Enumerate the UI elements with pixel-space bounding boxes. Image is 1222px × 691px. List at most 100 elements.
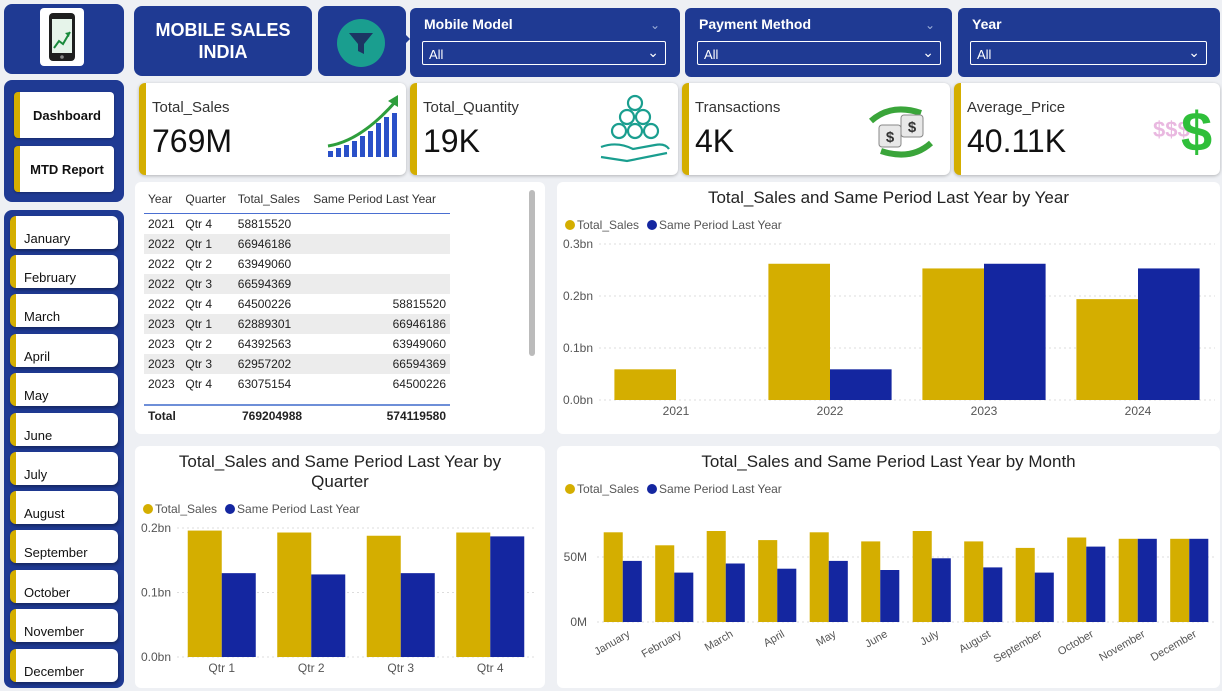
- month-button-may[interactable]: May: [10, 373, 118, 406]
- kpi-card-transactions: Transactions 4K $ $: [682, 83, 950, 175]
- kpi-value: 4K: [695, 123, 735, 159]
- month-button-august[interactable]: August: [10, 491, 118, 524]
- bar-chart-by-year: 0.0bn 0.1bn 0.2bn 0.3bn 2021 2022 2023 2024: [563, 237, 1215, 418]
- cell: 2022: [148, 256, 175, 271]
- slicer-title: Year: [972, 16, 1002, 32]
- column-header-quarter[interactable]: Quarter: [181, 186, 234, 214]
- filter-toggle-button[interactable]: [318, 6, 406, 76]
- month-label: April: [24, 349, 51, 364]
- month-button-september[interactable]: September: [10, 530, 118, 563]
- kpi-value: 19K: [423, 123, 480, 159]
- y-tick-label: 0.3bn: [563, 237, 593, 251]
- coins-in-hand-icon: [600, 94, 670, 163]
- chart-panel-by-year: Total_Sales and Same Period Last Year by…: [557, 182, 1220, 434]
- kpi-card-total-quantity: Total_Quantity 19K: [410, 83, 678, 175]
- svg-text:$: $: [1181, 100, 1212, 163]
- chart-title-line: Quarter: [311, 472, 369, 491]
- cell: 62889301: [233, 313, 310, 334]
- money-exchange-icon: $ $: [868, 106, 934, 158]
- table-row: 2022 Qtr 3 66594369: [144, 273, 450, 294]
- month-button-july[interactable]: July: [10, 452, 118, 485]
- month-label: June: [24, 428, 53, 443]
- cell: 2023: [144, 313, 182, 334]
- table-row: 2021 Qtr 4 58815520: [144, 214, 450, 234]
- chart-title: Total_Sales and Same Period Last Year by…: [701, 452, 1076, 471]
- cell: [309, 273, 450, 294]
- cell: 64392563: [237, 336, 292, 351]
- month-button-february[interactable]: February: [10, 255, 118, 288]
- legend-label: Total_Sales: [577, 218, 640, 232]
- funnel-filter-icon: [337, 19, 385, 67]
- cell: Qtr 4: [185, 296, 213, 311]
- legend-label: Total_Sales: [577, 482, 640, 496]
- dashboard-button[interactable]: Dashboard: [14, 92, 114, 138]
- month-label: December: [24, 664, 84, 679]
- column-header-total-sales[interactable]: Total_Sales: [233, 186, 310, 214]
- legend-swatch: [565, 484, 575, 494]
- table-header-row: Year Quarter Total_Sales Same Period Las…: [144, 186, 450, 214]
- month-button-october[interactable]: October: [10, 570, 118, 603]
- month-button-january[interactable]: January: [10, 216, 118, 249]
- cell: Qtr 1: [181, 313, 234, 334]
- month-slicer-panel: January February March April May June Ju…: [4, 210, 124, 688]
- month-button-november[interactable]: November: [10, 609, 118, 642]
- cell: 66946186: [309, 313, 450, 334]
- month-label: May: [24, 388, 49, 403]
- bar: [1076, 299, 1138, 400]
- chevron-down-icon: ⌄: [1188, 44, 1200, 60]
- total-label: Total: [148, 409, 176, 423]
- bar: [456, 532, 491, 657]
- table-scrollbar[interactable]: [529, 190, 535, 356]
- bar: [400, 573, 435, 657]
- y-tick-label: 0.0bn: [141, 650, 171, 664]
- kpi-label: Total_Sales: [152, 99, 230, 116]
- bar: [983, 567, 1003, 622]
- kpi-label: Total_Quantity: [423, 99, 519, 116]
- total-last-year-value: 574119580: [386, 409, 446, 423]
- cell: 63949060: [237, 256, 292, 271]
- chevron-down-icon[interactable]: ⌄: [925, 18, 935, 32]
- bar: [931, 558, 951, 622]
- x-tick-label: April: [762, 628, 787, 649]
- mobile-model-dropdown[interactable]: All ⌄: [422, 41, 666, 65]
- cell: Qtr 2: [185, 256, 213, 271]
- x-tick-label: 2023: [971, 404, 998, 418]
- month-button-march[interactable]: March: [10, 294, 118, 327]
- bar: [880, 570, 900, 622]
- mobile-growth-logo-icon: [40, 8, 84, 66]
- cell: 63075154: [237, 376, 292, 391]
- cell: 2023: [148, 336, 175, 351]
- column-header-year[interactable]: Year: [144, 186, 182, 214]
- month-label: March: [24, 309, 61, 324]
- payment-method-dropdown[interactable]: All ⌄: [697, 41, 941, 65]
- bar: [1138, 268, 1200, 400]
- month-label: January: [24, 231, 71, 246]
- chart-title: Total_Sales and Same Period Last Year by…: [707, 188, 1070, 207]
- year-dropdown[interactable]: All ⌄: [970, 41, 1207, 65]
- x-tick-label: 2021: [663, 404, 690, 418]
- chart-title: Total_Sales and Same Period Last Year by…: [135, 452, 545, 492]
- legend-swatch: [225, 504, 236, 514]
- total-sales-value: 769204988: [242, 409, 303, 423]
- cell: 62957202: [233, 353, 310, 374]
- table-row: 2023 Qtr 4 63075154 64500226: [144, 374, 450, 394]
- mtd-report-button[interactable]: MTD Report: [14, 146, 114, 192]
- month-button-june[interactable]: June: [10, 413, 118, 446]
- chart-legend: Total_Sales Same Period Last Year: [565, 482, 786, 496]
- month-label: September: [24, 545, 88, 560]
- bar-chart-by-quarter: 0.0bn 0.1bn 0.2bn Qtr 1 Qtr 2 Qtr 3 Qtr 4: [141, 521, 535, 675]
- column-header-last-year[interactable]: Same Period Last Year: [309, 186, 450, 214]
- bar: [1170, 538, 1190, 622]
- slicer-year: Year All ⌄: [958, 8, 1220, 77]
- chevron-down-icon[interactable]: ⌄: [650, 18, 660, 32]
- bar: [1118, 538, 1138, 622]
- kpi-value: 40.11K: [967, 123, 1067, 159]
- title-line-2: INDIA: [198, 42, 248, 62]
- x-tick-label: March: [703, 628, 735, 654]
- cell: Qtr 4: [185, 216, 213, 231]
- bar: [1137, 538, 1157, 622]
- chevron-down-icon: ⌄: [647, 44, 659, 60]
- x-tick-label: December: [1149, 628, 1199, 664]
- month-button-april[interactable]: April: [10, 334, 118, 367]
- month-button-december[interactable]: December: [10, 649, 118, 682]
